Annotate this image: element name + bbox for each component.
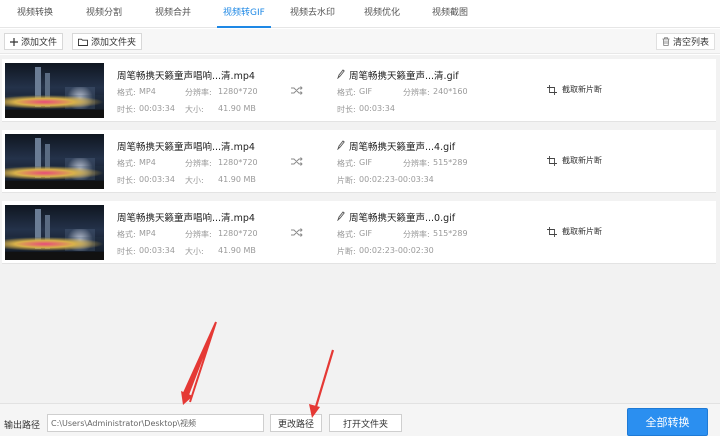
output-resolution: 515*289 — [433, 158, 468, 167]
source-file-name: 周笔畅携天籁童声唱响...清.mp4 — [117, 71, 255, 82]
output-path-label: 输出路径 — [4, 421, 41, 431]
resolution-label: 分辨率: — [185, 230, 212, 239]
duration-label: 时长: — [117, 247, 136, 256]
output-file-name[interactable]: 周笔畅携天籁童声...0.gif — [349, 210, 455, 224]
output-format: GIF — [359, 87, 373, 96]
format-label: 格式: — [117, 159, 136, 168]
clip-new-segment-label: 截取新片断 — [562, 156, 602, 165]
add-folder-button[interactable]: 添加文件夹 — [72, 33, 143, 50]
resolution-label: 分辨率: — [403, 159, 430, 168]
clear-list-label: 清空列表 — [673, 38, 710, 48]
output-format: GIF — [359, 158, 373, 167]
video-thumbnail — [5, 205, 104, 260]
crop-icon — [547, 226, 557, 237]
convert-arrow-icon — [291, 228, 303, 237]
output-time: 00:02:23-00:02:30 — [359, 246, 434, 255]
tab-video-screenshot[interactable]: 视频截图 — [432, 0, 468, 28]
file-list: 周笔畅携天籁童声唱响...清.mp4 格式: MP4 分辨率: 1280*720… — [0, 55, 720, 403]
video-thumbnail — [5, 63, 104, 118]
file-row[interactable]: 周笔畅携天籁童声唱响...清.mp4 格式: MP4 分辨率: 1280*720… — [2, 130, 716, 193]
convert-all-button[interactable]: 全部转换 — [627, 408, 708, 436]
open-folder-button[interactable]: 打开文件夹 — [329, 414, 402, 432]
resolution-label: 分辨率: — [185, 88, 212, 97]
duration-label: 时长: — [117, 176, 136, 185]
output-time: 00:03:34 — [359, 104, 395, 113]
output-time-label: 片断: — [337, 247, 356, 256]
output-time: 00:02:23-00:03:34 — [359, 175, 434, 184]
source-size: 41.90 MB — [218, 104, 256, 113]
source-format: MP4 — [139, 229, 156, 238]
file-row[interactable]: 周笔畅携天籁童声唱响...清.mp4 格式: MP4 分辨率: 1280*720… — [2, 201, 716, 264]
source-format: MP4 — [139, 87, 156, 96]
crop-icon — [547, 155, 557, 166]
convert-arrow-icon — [291, 86, 303, 95]
tab-video-to-gif[interactable]: 视频转GIF — [217, 0, 271, 28]
format-label: 格式: — [117, 230, 136, 239]
format-label: 格式: — [337, 230, 356, 239]
duration-label: 时长: — [117, 105, 136, 114]
tab-video-merge[interactable]: 视频合并 — [155, 0, 191, 28]
tab-remove-watermark[interactable]: 视频去水印 — [290, 0, 335, 28]
clip-new-segment-button[interactable]: 截取新片断 — [547, 155, 602, 166]
source-file-name: 周笔畅携天籁童声唱响...清.mp4 — [117, 142, 255, 153]
trash-icon — [662, 37, 670, 46]
plus-icon — [10, 37, 18, 46]
source-format: MP4 — [139, 158, 156, 167]
folder-icon — [78, 38, 88, 46]
edit-pencil-icon[interactable] — [337, 69, 345, 79]
tab-bar: 视频转换 视频分割 视频合并 视频转GIF 视频去水印 视频优化 视频截图 — [0, 0, 720, 28]
size-label: 大小: — [185, 105, 204, 114]
add-folder-label: 添加文件夹 — [91, 38, 137, 48]
change-path-button[interactable]: 更改路径 — [270, 414, 322, 432]
toolbar: 添加文件 添加文件夹 清空列表 — [0, 29, 720, 54]
resolution-label: 分辨率: — [185, 159, 212, 168]
output-time-label: 时长: — [337, 105, 356, 114]
file-row[interactable]: 周笔畅携天籁童声唱响...清.mp4 格式: MP4 分辨率: 1280*720… — [2, 59, 716, 122]
output-format: GIF — [359, 229, 373, 238]
clip-new-segment-button[interactable]: 截取新片断 — [547, 226, 602, 237]
format-label: 格式: — [337, 88, 356, 97]
format-label: 格式: — [117, 88, 136, 97]
output-path-input[interactable] — [47, 414, 264, 432]
source-duration: 00:03:34 — [139, 246, 175, 255]
source-file-name: 周笔畅携天籁童声唱响...清.mp4 — [117, 213, 255, 224]
source-resolution: 1280*720 — [218, 158, 258, 167]
source-resolution: 1280*720 — [218, 87, 258, 96]
source-size: 41.90 MB — [218, 246, 256, 255]
add-file-button[interactable]: 添加文件 — [4, 33, 64, 50]
video-thumbnail — [5, 134, 104, 189]
output-resolution: 240*160 — [433, 87, 468, 96]
resolution-label: 分辨率: — [403, 88, 430, 97]
clip-new-segment-label: 截取新片断 — [562, 227, 602, 236]
crop-icon — [547, 84, 557, 95]
tab-video-split[interactable]: 视频分割 — [86, 0, 122, 28]
clip-new-segment-label: 截取新片断 — [562, 85, 602, 94]
tab-video-optimize[interactable]: 视频优化 — [364, 0, 400, 28]
output-resolution: 515*289 — [433, 229, 468, 238]
convert-arrow-icon — [291, 157, 303, 166]
edit-pencil-icon[interactable] — [337, 140, 345, 150]
output-file-name[interactable]: 周笔畅携天籁童声...清.gif — [349, 68, 459, 82]
size-label: 大小: — [185, 176, 204, 185]
bottom-bar: 输出路径 更改路径 打开文件夹 全部转换 — [0, 403, 720, 436]
source-duration: 00:03:34 — [139, 104, 175, 113]
output-file-name[interactable]: 周笔畅携天籁童声...4.gif — [349, 139, 455, 153]
tab-video-convert[interactable]: 视频转换 — [17, 0, 53, 28]
edit-pencil-icon[interactable] — [337, 211, 345, 221]
add-file-label: 添加文件 — [21, 38, 58, 48]
source-resolution: 1280*720 — [218, 229, 258, 238]
clear-list-button[interactable]: 清空列表 — [656, 33, 716, 50]
size-label: 大小: — [185, 247, 204, 256]
source-size: 41.90 MB — [218, 175, 256, 184]
resolution-label: 分辨率: — [403, 230, 430, 239]
source-duration: 00:03:34 — [139, 175, 175, 184]
output-time-label: 片断: — [337, 176, 356, 185]
format-label: 格式: — [337, 159, 356, 168]
clip-new-segment-button[interactable]: 截取新片断 — [547, 84, 602, 95]
